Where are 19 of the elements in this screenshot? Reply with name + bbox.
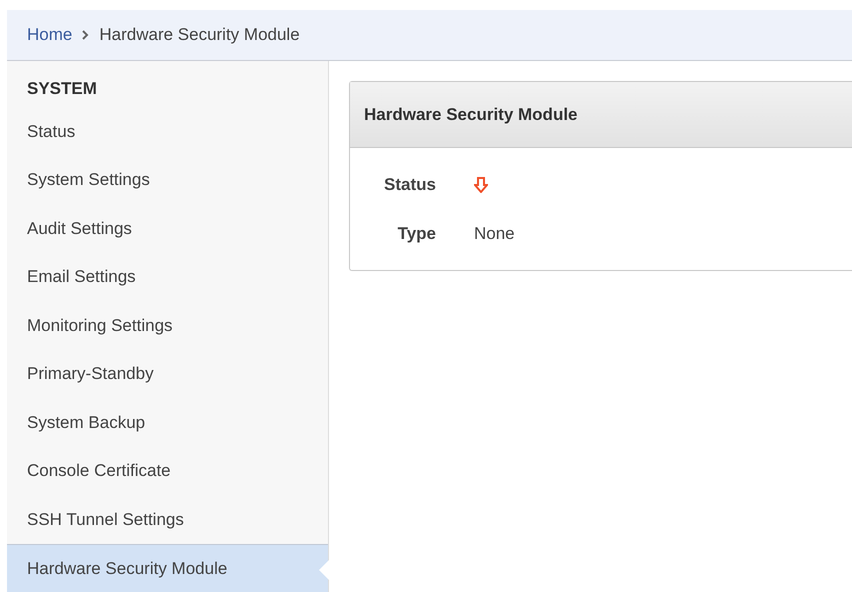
field-value: None <box>474 222 515 245</box>
breadcrumb-link[interactable]: Home <box>27 22 72 48</box>
sidebar-item[interactable]: Primary-Standby <box>7 350 328 398</box>
sidebar-item[interactable]: System Backup <box>7 398 328 446</box>
sidebar-item[interactable]: Hardware Security Module <box>7 544 328 592</box>
sidebar-item[interactable]: System Settings <box>7 156 328 204</box>
sidebar-item[interactable]: Status <box>7 107 328 156</box>
sidebar-item[interactable]: Email Settings <box>7 252 328 301</box>
sidebar-item[interactable]: SSH Tunnel Settings <box>7 495 328 544</box>
sidebar-heading: SYSTEM <box>27 79 97 98</box>
field-label: Type <box>396 222 436 245</box>
sidebar-item[interactable]: Audit Settings <box>7 204 328 252</box>
chevron-right-icon <box>82 30 90 40</box>
down-arrow-icon <box>474 176 488 192</box>
panel-title: Hardware Security Module <box>364 104 578 126</box>
sidebar-item[interactable]: Monitoring Settings <box>7 301 328 350</box>
field-label: Status <box>383 174 436 196</box>
breadcrumb-current: Hardware Security Module <box>99 24 300 46</box>
sidebar-item[interactable]: Console Certificate <box>7 446 328 495</box>
